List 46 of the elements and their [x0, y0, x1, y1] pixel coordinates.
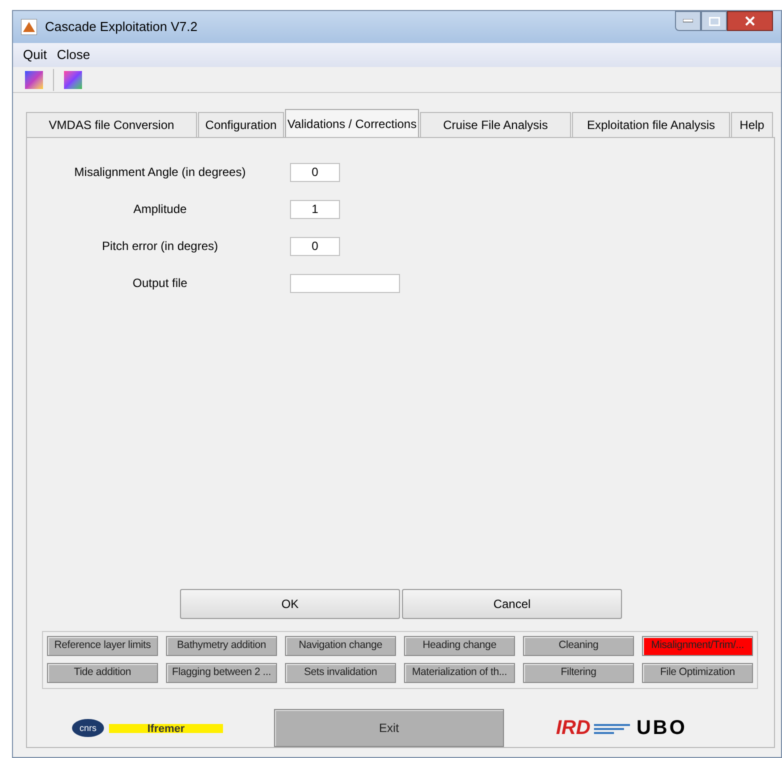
tab[interactable]: Configuration	[198, 112, 284, 137]
tool-button[interactable]: Cleaning	[523, 636, 634, 656]
tool-button[interactable]: Heading change	[404, 636, 515, 656]
tool-button[interactable]: Tide addition	[47, 663, 158, 683]
ird-subtitle-icon	[594, 722, 632, 734]
tab[interactable]: VMDAS file Conversion	[26, 112, 197, 137]
input-field[interactable]: 0	[290, 162, 340, 182]
tool-button[interactable]: Sets invalidation	[285, 663, 396, 683]
tool-button[interactable]: Filtering	[523, 663, 634, 683]
maximize-button[interactable]	[701, 11, 727, 31]
dialog-button[interactable]: OK	[180, 589, 400, 619]
app-icon	[21, 19, 37, 35]
input-field[interactable]: 0	[290, 236, 340, 256]
cnrs-logo-icon: cnrs	[71, 718, 105, 738]
dialog-button[interactable]: Cancel	[402, 589, 622, 619]
tool-button[interactable]: Navigation change	[285, 636, 396, 656]
toolbar-button[interactable]	[25, 70, 43, 88]
tab[interactable]: Exploitation file Analysis	[572, 112, 730, 137]
tab[interactable]: Help	[731, 112, 773, 137]
field-label: Pitch error (in degres)	[100, 238, 220, 255]
ubo-logo: UBO	[636, 716, 687, 741]
menu-item[interactable]: Close	[56, 45, 90, 65]
tab[interactable]: Cruise File Analysis	[420, 112, 571, 137]
minimize-icon	[683, 19, 693, 23]
tool-button[interactable]: Misalignment/Trim/...	[642, 636, 753, 656]
tab[interactable]: Validations / Corrections	[285, 109, 419, 137]
window-title: Cascade Exploitation V7.2	[45, 18, 198, 36]
tool-button[interactable]: Bathymetry addition	[166, 636, 277, 656]
tool-button[interactable]: Flagging between 2 ...	[166, 663, 277, 683]
input-field[interactable]	[290, 274, 400, 292]
menu-item[interactable]: Quit	[23, 45, 47, 65]
field-label: Amplitude	[132, 201, 188, 218]
tool-button[interactable]: Reference layer limits	[47, 636, 158, 656]
exit-button[interactable]: Exit	[274, 709, 504, 747]
maximize-icon	[708, 16, 720, 26]
close-icon	[745, 16, 755, 26]
field-label: Misalignment Angle (in degrees)	[73, 164, 247, 181]
field-label: Output file	[132, 275, 188, 292]
toolbar-button[interactable]	[64, 70, 82, 88]
close-button[interactable]	[727, 11, 773, 31]
tool-button[interactable]: Materialization of th...	[404, 663, 515, 683]
ifremer-logo: Ifremer	[109, 724, 223, 732]
tool-button[interactable]: File Optimization	[642, 663, 753, 683]
ird-logo: IRD	[556, 716, 590, 741]
input-field[interactable]: 1	[290, 200, 340, 218]
minimize-button[interactable]	[675, 11, 701, 31]
